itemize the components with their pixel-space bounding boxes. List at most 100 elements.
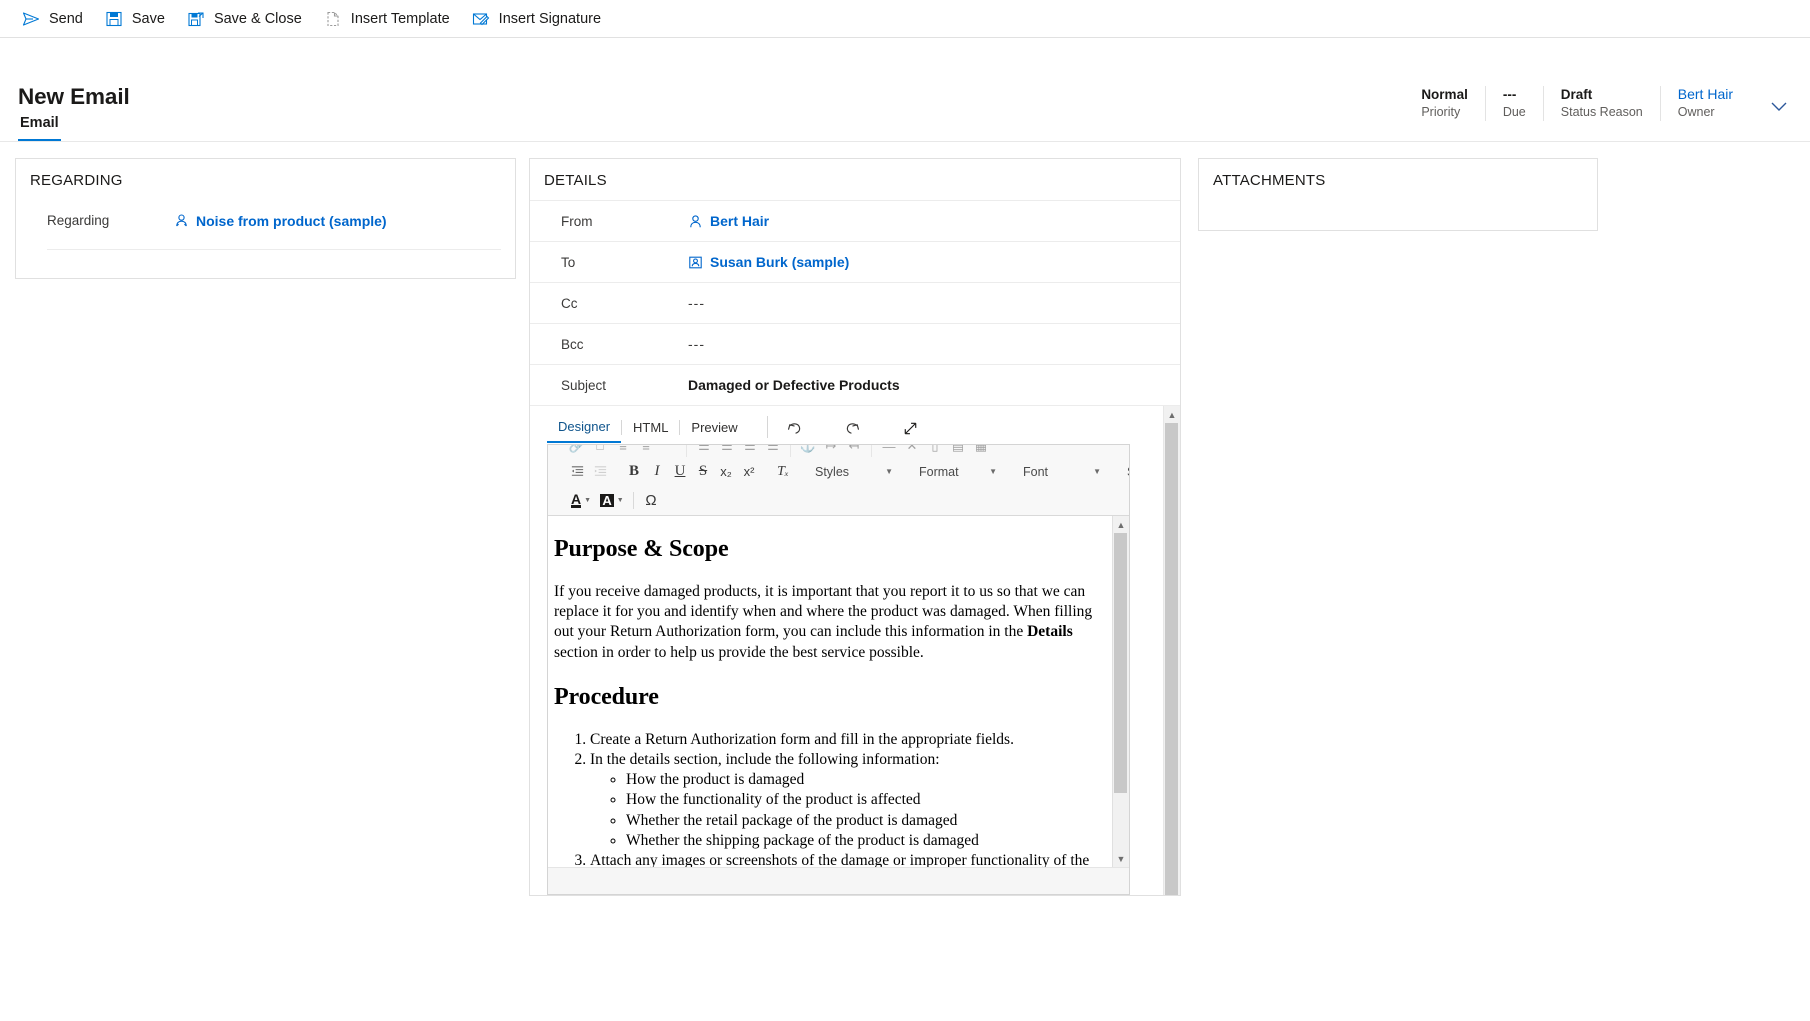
priority-value: Normal <box>1421 86 1468 103</box>
decrease-indent-icon[interactable] <box>566 461 588 483</box>
owner-label: Owner <box>1678 103 1733 121</box>
status-reason-field[interactable]: Draft Status Reason <box>1543 86 1660 121</box>
cc-label: Cc <box>544 296 688 311</box>
tab-preview[interactable]: Preview <box>680 418 748 442</box>
attachments-body[interactable] <box>1199 200 1597 230</box>
form-tab-strip: Email <box>18 111 61 141</box>
to-field-row[interactable]: To Susan Burk (sample) <box>530 241 1180 282</box>
strikethrough-icon[interactable]: S <box>692 461 714 483</box>
details-panel-scrollbar[interactable]: ▲ <box>1163 406 1180 895</box>
doc-step-3: Attach any images or screenshots of the … <box>590 851 1111 868</box>
email-body-document[interactable]: Purpose & Scope If you receive damaged p… <box>548 516 1129 868</box>
chevron-down-icon: ▼ <box>885 467 893 476</box>
font-dropdown[interactable]: Font ▼ <box>1014 461 1106 483</box>
tab-html[interactable]: HTML <box>622 418 679 442</box>
image-icon[interactable]: ▦ <box>970 445 992 457</box>
text-color-icon[interactable]: A ▼ <box>566 490 596 512</box>
rte-content-area[interactable]: Purpose & Scope If you receive damaged p… <box>548 516 1129 868</box>
unlink-icon[interactable]: ⎕ <box>589 445 611 457</box>
header-meta-group: Normal Priority --- Due Draft Status Rea… <box>1404 86 1750 121</box>
bcc-field-row[interactable]: Bcc --- <box>530 323 1180 364</box>
undo-icon[interactable] <box>778 415 812 441</box>
regarding-column: REGARDING Regarding Noise from product (… <box>0 158 516 279</box>
superscript-icon[interactable]: x² <box>738 461 760 483</box>
bold-icon[interactable]: B <box>623 461 645 483</box>
rte-status-bar <box>548 868 1129 894</box>
regarding-link[interactable]: Noise from product (sample) <box>196 213 387 229</box>
special-character-icon[interactable]: Ω <box>640 490 662 512</box>
details-section-title: DETAILS <box>530 159 1180 200</box>
link-icon[interactable]: 🔗 <box>566 445 588 457</box>
remove-format-icon[interactable]: Tₓ <box>772 461 794 483</box>
save-button[interactable]: Save <box>99 5 177 33</box>
background-color-icon[interactable]: A ▼ <box>597 490 627 512</box>
editor-main: Designer HTML Preview <box>530 406 1163 895</box>
toolbar-divider <box>633 492 634 509</box>
doc-sub-bullet-list: How the product is damaged How the funct… <box>590 770 1111 851</box>
numbered-list-icon[interactable]: ≡ <box>612 445 634 457</box>
align-left-icon[interactable]: ☰ <box>693 445 715 457</box>
details-column: DETAILS From Bert Hair To Susan Burk (sa… <box>529 158 1181 896</box>
due-field[interactable]: --- Due <box>1485 86 1543 121</box>
from-value[interactable]: Bert Hair <box>710 213 769 229</box>
ltr-direction-icon[interactable]: ↦ <box>820 445 842 457</box>
size-dropdown[interactable]: Size ▼ <box>1118 461 1129 483</box>
rtl-direction-icon[interactable]: ↤ <box>843 445 865 457</box>
bcc-label: Bcc <box>544 337 688 352</box>
from-field-row[interactable]: From Bert Hair <box>530 200 1180 241</box>
subscript-icon[interactable]: x₂ <box>715 461 737 483</box>
anchor-icon[interactable]: ⚓ <box>797 445 819 457</box>
save-disk-icon <box>105 10 123 28</box>
scroll-up-arrow-icon[interactable]: ▲ <box>1113 516 1129 533</box>
doc-sub-bullet-1: How the product is damaged <box>626 770 1111 790</box>
underline-icon[interactable]: U <box>669 461 691 483</box>
bcc-value[interactable]: --- <box>688 336 705 352</box>
owner-field[interactable]: Bert Hair Owner <box>1660 86 1750 121</box>
blockquote-icon[interactable]: “ <box>658 445 680 457</box>
italic-icon[interactable]: I <box>646 461 668 483</box>
save-and-close-button[interactable]: Save & Close <box>181 5 314 33</box>
align-justify-icon[interactable]: ☰ <box>762 445 784 457</box>
send-button[interactable]: Send <box>16 5 95 33</box>
expand-arrows-icon[interactable] <box>894 415 928 441</box>
format-dropdown[interactable]: Format ▼ <box>910 461 1002 483</box>
insert-template-label: Insert Template <box>351 11 450 27</box>
bulleted-list-icon[interactable]: ≡ <box>635 445 657 457</box>
clear-icon[interactable]: ✕ <box>901 445 923 457</box>
panel-scroll-thumb[interactable] <box>1165 423 1178 895</box>
doc-step-2-text: In the details section, include the foll… <box>590 751 940 768</box>
chevron-down-icon[interactable] <box>1766 93 1792 119</box>
rte-toolbar-row-3: A ▼ A ▼ Ω <box>552 486 1125 515</box>
editor-scroll-thumb[interactable] <box>1114 533 1127 793</box>
subject-value[interactable]: Damaged or Defective Products <box>688 377 900 393</box>
editor-content-scrollbar[interactable]: ▲ ▼ <box>1112 516 1129 867</box>
align-center-icon[interactable]: ☰ <box>716 445 738 457</box>
tab-designer[interactable]: Designer <box>547 417 621 443</box>
redo-icon[interactable] <box>836 415 870 441</box>
insert-signature-button[interactable]: Insert Signature <box>466 5 613 33</box>
status-reason-label: Status Reason <box>1561 103 1643 121</box>
font-dropdown-label: Font <box>1023 465 1048 479</box>
to-value-wrap: Susan Burk (sample) <box>688 254 1166 270</box>
format-dropdown-label: Format <box>919 465 959 479</box>
increase-indent-icon[interactable] <box>589 461 611 483</box>
panel-scroll-up-arrow-icon[interactable]: ▲ <box>1164 406 1180 423</box>
cc-value[interactable]: --- <box>688 295 705 311</box>
subject-field-row[interactable]: Subject Damaged or Defective Products <box>530 364 1180 405</box>
toolbar-divider <box>790 445 791 457</box>
styles-dropdown[interactable]: Styles ▼ <box>806 461 898 483</box>
scroll-down-arrow-icon[interactable]: ▼ <box>1113 850 1129 867</box>
regarding-field-row[interactable]: Regarding Noise from product (sample) <box>16 200 515 241</box>
align-right-icon[interactable]: ☰ <box>739 445 761 457</box>
insert-template-button[interactable]: Insert Template <box>318 5 462 33</box>
horizontal-rule-icon[interactable]: — <box>878 445 900 457</box>
cc-field-row[interactable]: Cc --- <box>530 282 1180 323</box>
priority-field[interactable]: Normal Priority <box>1404 86 1485 121</box>
table-icon[interactable]: ▤ <box>947 445 969 457</box>
send-label: Send <box>49 11 83 27</box>
to-value[interactable]: Susan Burk (sample) <box>710 254 849 270</box>
tab-email[interactable]: Email <box>18 111 61 141</box>
rte-toolbar: 🔗 ⎕ ≡ ≡ “ ☰ ☰ ☰ ☰ ⚓ <box>548 445 1129 516</box>
owner-value[interactable]: Bert Hair <box>1678 86 1733 103</box>
page-break-icon[interactable]: ▯ <box>924 445 946 457</box>
